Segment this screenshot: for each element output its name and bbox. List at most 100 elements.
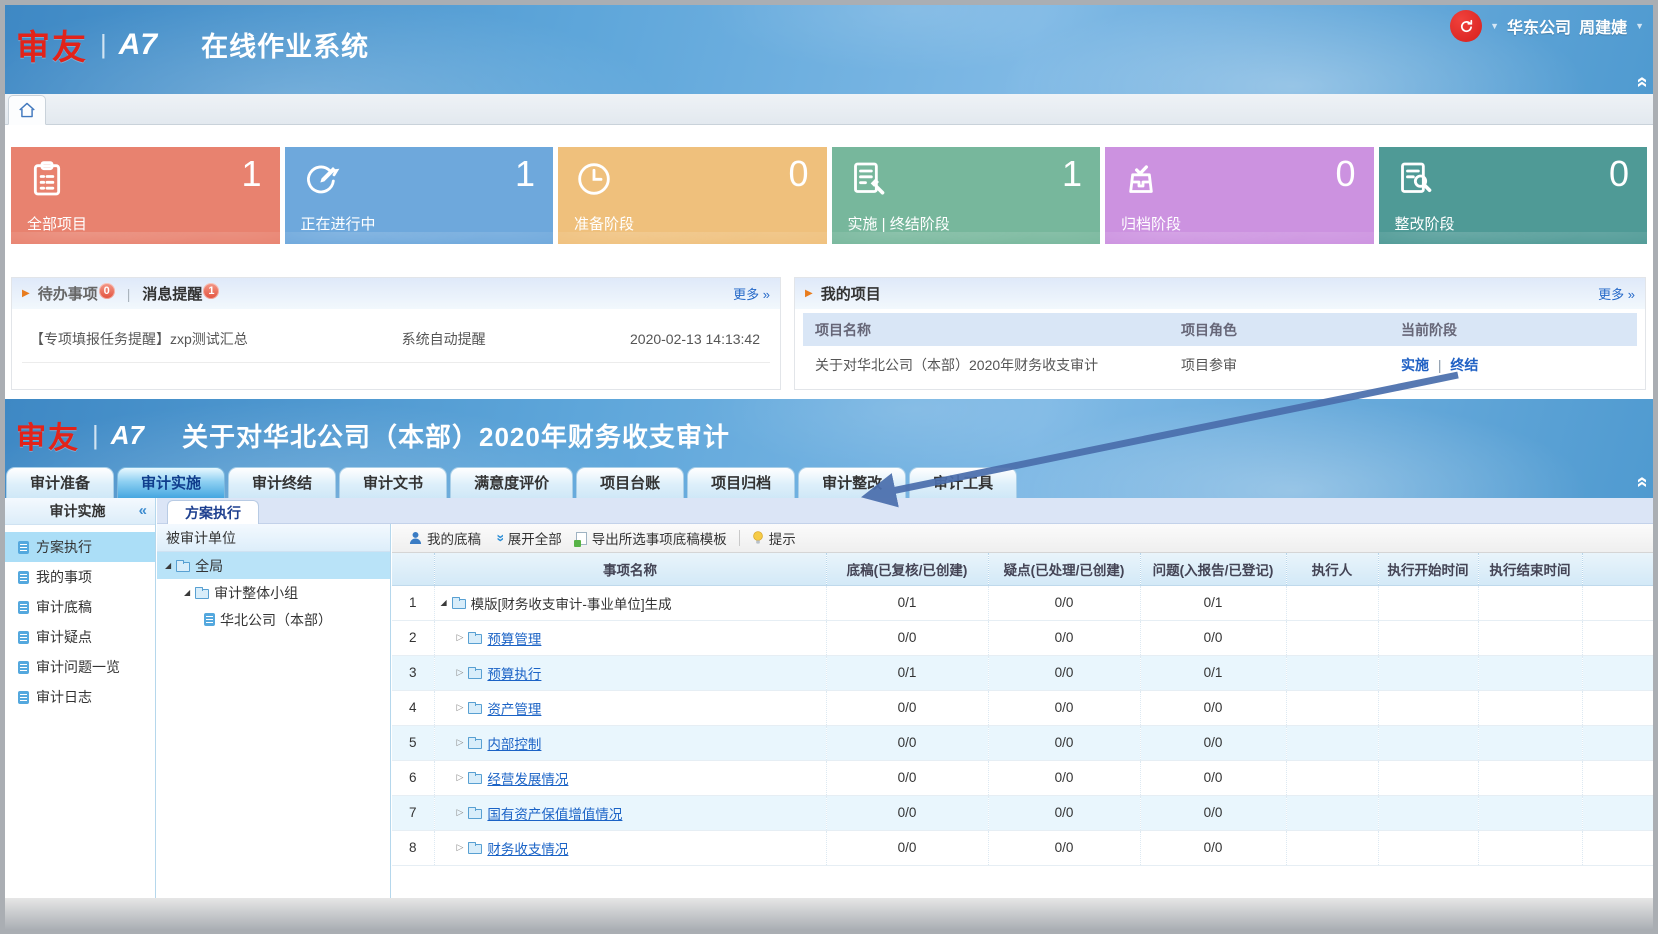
table-row: 7 国有资产保值增值情况 0/0 0/0 0/0 bbox=[392, 795, 1658, 830]
window2-header: 审友 | A7 关于对华北公司（本部）2020年财务收支审计 审计准备 审计实施… bbox=[0, 399, 1658, 498]
sidebar-item-audit-doubts[interactable]: 审计疑点 bbox=[0, 622, 155, 652]
collapsed-caret-icon[interactable] bbox=[457, 702, 464, 713]
collapse-header-icon[interactable] bbox=[1632, 476, 1652, 487]
tab-audit-termination[interactable]: 审计终结 bbox=[228, 467, 336, 498]
expand-caret-icon[interactable] bbox=[184, 588, 190, 597]
export-template-button[interactable]: 导出所选事项底稿模板 bbox=[569, 526, 734, 550]
sidebar-item-audit-log[interactable]: 审计日志 bbox=[0, 682, 155, 712]
expand-all-button[interactable]: 展开全部 bbox=[488, 526, 569, 550]
person-icon bbox=[409, 531, 422, 545]
doubt-count: 0/0 bbox=[988, 620, 1140, 655]
tab-satisfaction-evaluation[interactable]: 满意度评价 bbox=[450, 467, 573, 498]
todo-count-badge: 0 bbox=[99, 283, 115, 299]
tab-audit-implementation[interactable]: 审计实施 bbox=[117, 467, 225, 498]
sidebar-item-label: 审计底稿 bbox=[36, 597, 92, 617]
tab-project-archive[interactable]: 项目归档 bbox=[687, 467, 795, 498]
sidebar-item-audit-drafts[interactable]: 审计底稿 bbox=[0, 592, 155, 622]
collapsed-caret-icon[interactable] bbox=[457, 807, 464, 818]
sidebar-collapse-icon[interactable] bbox=[139, 502, 147, 519]
tab-audit-tools[interactable]: 审计工具 bbox=[909, 467, 1017, 498]
item-name-link[interactable]: 财务收支情况 bbox=[487, 838, 568, 858]
tree-node-global[interactable]: 全局 bbox=[157, 552, 390, 579]
tab-project-ledger[interactable]: 项目台账 bbox=[576, 467, 684, 498]
issue-count: 0/0 bbox=[1140, 690, 1286, 725]
expand-caret-icon[interactable] bbox=[441, 598, 447, 607]
tab-audit-rectification[interactable]: 审计整改 bbox=[798, 467, 906, 498]
end-time bbox=[1478, 690, 1582, 725]
user-info[interactable]: 华东公司 周建婕 bbox=[1507, 14, 1627, 38]
item-name-link[interactable]: 经营发展情况 bbox=[487, 768, 568, 788]
stat-card-label: 准备阶段 bbox=[574, 213, 634, 234]
item-name-link[interactable]: 国有资产保值增值情况 bbox=[487, 803, 622, 823]
start-time bbox=[1378, 830, 1478, 865]
column-issue: 问题(入报告/已登记) bbox=[1140, 553, 1286, 585]
folder-icon bbox=[468, 809, 482, 819]
stat-card-rectification[interactable]: 0 整改阶段 bbox=[1379, 147, 1648, 244]
executor bbox=[1286, 795, 1378, 830]
stat-card-implementation[interactable]: 1 实施 | 终结阶段 bbox=[832, 147, 1101, 244]
folder-icon bbox=[468, 634, 482, 644]
item-name-link[interactable]: 预算管理 bbox=[487, 628, 541, 648]
my-drafts-button[interactable]: 我的底稿 bbox=[402, 526, 488, 550]
sidebar-item-audit-issues[interactable]: 审计问题一览 bbox=[0, 652, 155, 682]
end-time bbox=[1478, 760, 1582, 795]
folder-icon bbox=[468, 739, 482, 749]
tree-node-audit-team[interactable]: 审计整体小组 bbox=[157, 579, 390, 606]
collapsed-caret-icon[interactable] bbox=[457, 772, 464, 783]
filler-cell bbox=[1582, 585, 1658, 620]
draft-count: 0/0 bbox=[826, 725, 988, 760]
collapsed-caret-icon[interactable] bbox=[457, 737, 464, 748]
tab-todo-items[interactable]: 待办事项0 bbox=[38, 283, 115, 304]
projects-more-link[interactable]: 更多 » bbox=[1598, 284, 1635, 303]
message-row[interactable]: 【专项填报任务提醒】zxp测试汇总 系统自动提醒 2020-02-13 14:1… bbox=[22, 315, 770, 363]
stat-card-preparation[interactable]: 0 准备阶段 bbox=[558, 147, 827, 244]
collapsed-caret-icon[interactable] bbox=[457, 667, 464, 678]
sidebar-item-label: 我的事项 bbox=[36, 567, 92, 587]
todo-more-link[interactable]: 更多 » bbox=[733, 284, 770, 303]
item-name-link[interactable]: 资产管理 bbox=[487, 698, 541, 718]
tab-messages[interactable]: 消息提醒1 bbox=[142, 283, 219, 304]
item-name[interactable]: 模版[财务收支审计-事业单位]生成 bbox=[471, 593, 672, 613]
tree-header: 被审计单位 bbox=[157, 524, 390, 552]
stat-card-archive[interactable]: 0 归档阶段 bbox=[1105, 147, 1374, 244]
subtab-plan-execution[interactable]: 方案执行 bbox=[167, 500, 259, 524]
window1-title: 在线作业系统 bbox=[201, 25, 369, 64]
stat-card-label: 实施 | 终结阶段 bbox=[848, 213, 950, 234]
chevron-down-icon[interactable] bbox=[1490, 21, 1499, 31]
collapse-header-icon[interactable] bbox=[1632, 76, 1652, 87]
home-tab[interactable] bbox=[8, 95, 46, 125]
executor bbox=[1286, 585, 1378, 620]
tree-node-label: 全局 bbox=[195, 556, 223, 576]
subtab-strip: 方案执行 bbox=[157, 498, 1658, 524]
message-count-badge: 1 bbox=[203, 283, 219, 299]
refresh-button[interactable] bbox=[1450, 10, 1482, 42]
stat-card-in-progress[interactable]: 1 正在进行中 bbox=[285, 147, 554, 244]
sidebar-item-my-items[interactable]: 我的事项 bbox=[0, 562, 155, 592]
expand-caret-icon[interactable] bbox=[165, 561, 171, 570]
stage-termination-link[interactable]: 终结 bbox=[1450, 357, 1478, 373]
row-number: 1 bbox=[392, 585, 434, 620]
column-filler bbox=[1582, 553, 1658, 585]
sidebar-item-plan-execution[interactable]: 方案执行 bbox=[0, 532, 155, 562]
executor bbox=[1286, 655, 1378, 690]
tab-audit-preparation[interactable]: 审计准备 bbox=[6, 467, 114, 498]
table-row: 6 经营发展情况 0/0 0/0 0/0 bbox=[392, 760, 1658, 795]
lightbulb-icon bbox=[752, 531, 764, 545]
chevron-down-icon[interactable] bbox=[1635, 21, 1644, 31]
message-time: 2020-02-13 14:13:42 bbox=[541, 331, 770, 347]
tree-node-north-china-company[interactable]: 华北公司（本部） bbox=[157, 606, 390, 633]
issue-count: 0/1 bbox=[1140, 655, 1286, 690]
collapsed-caret-icon[interactable] bbox=[457, 842, 464, 853]
filler-cell bbox=[1582, 830, 1658, 865]
item-name-link[interactable]: 内部控制 bbox=[487, 733, 541, 753]
tip-button[interactable]: 提示 bbox=[745, 526, 803, 550]
stat-card-all-projects[interactable]: 1 全部项目 bbox=[11, 147, 280, 244]
stage-implementation-link[interactable]: 实施 bbox=[1401, 357, 1429, 373]
item-name-link[interactable]: 预算执行 bbox=[487, 663, 541, 683]
stat-card-value: 1 bbox=[515, 153, 535, 195]
folder-icon bbox=[468, 704, 482, 714]
tab-audit-documents[interactable]: 审计文书 bbox=[339, 467, 447, 498]
tab-todo-label: 待办事项 bbox=[38, 286, 98, 303]
collapsed-caret-icon[interactable] bbox=[457, 632, 464, 643]
doubt-count: 0/0 bbox=[988, 655, 1140, 690]
